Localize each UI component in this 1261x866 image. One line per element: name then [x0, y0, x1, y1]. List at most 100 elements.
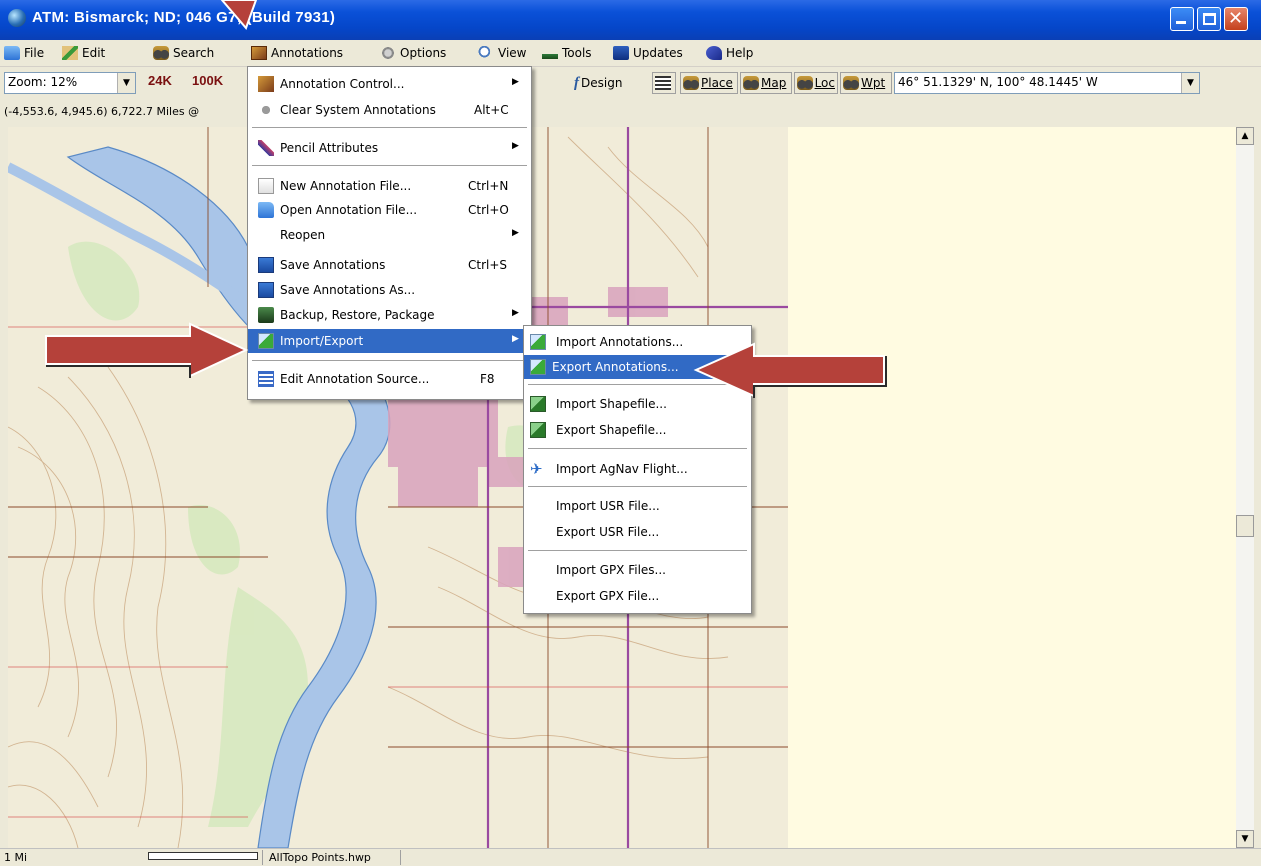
layout-button[interactable] [652, 72, 676, 94]
menu-item-label: Edit Annotation Source... [280, 372, 430, 386]
menu-search[interactable]: Search [153, 44, 214, 62]
binoculars-icon [797, 76, 813, 90]
save-icon [258, 257, 274, 273]
menu-help[interactable]: Help [706, 44, 753, 62]
open-folder-icon [258, 202, 274, 218]
menu-options[interactable]: Options [380, 44, 446, 62]
menu-separator [528, 448, 747, 449]
tutorial-arrow-left [693, 342, 887, 398]
menu-item-backup-restore-package[interactable]: Backup, Restore, Package ▶ [248, 303, 531, 327]
import-export-icon [258, 333, 274, 349]
menu-separator [252, 360, 527, 361]
app-globe-icon [8, 9, 26, 27]
menu-item-import-export[interactable]: Import/Export ▶ [248, 329, 531, 353]
scroll-thumb[interactable] [1236, 515, 1254, 537]
menu-item-export-gpx-file[interactable]: Export GPX File... [524, 584, 751, 608]
menu-item-annotation-control[interactable]: Annotation Control... ▶ [248, 72, 531, 96]
menu-bar: File Edit Search Annotations Options Vie… [0, 40, 1261, 67]
menu-item-label: Save Annotations As... [280, 283, 416, 297]
design-icon: f [574, 74, 579, 91]
menu-updates-label: Updates [633, 46, 683, 60]
menu-edit-label: Edit [82, 46, 106, 60]
edit-source-icon [258, 371, 274, 387]
zoom-value: Zoom: 12% [8, 75, 78, 89]
file-label: AllTopo Points.hwp [262, 850, 371, 865]
menu-item-export-shapefile[interactable]: Export Shapefile... [524, 418, 751, 442]
menu-item-new-annotation-file[interactable]: New Annotation File... Ctrl+N [248, 174, 531, 198]
menu-item-label: Import Shapefile... [556, 397, 667, 411]
scroll-down-button[interactable]: ▼ [1236, 830, 1254, 848]
updates-icon [613, 46, 629, 60]
menu-updates[interactable]: Updates [613, 44, 683, 62]
menu-item-pencil-attributes[interactable]: Pencil Attributes ▶ [248, 136, 531, 160]
menu-item-import-usr-file[interactable]: Import USR File... [524, 494, 751, 518]
menu-item-label: Import GPX Files... [556, 563, 666, 577]
vertical-scrollbar[interactable]: ▲ ▼ [1236, 127, 1254, 848]
coordinate-readout-text: (-4,553.6, 4,945.6) 6,722.7 Miles @ [4, 105, 200, 118]
menu-view-label: View [498, 46, 527, 60]
clear-icon [258, 102, 274, 118]
menu-item-save-annotations-as[interactable]: Save Annotations As... [248, 278, 531, 302]
close-icon: ✕ [1228, 8, 1244, 29]
new-file-icon [258, 178, 274, 194]
import-annotations-icon [530, 334, 546, 350]
shortcut-label: F8 [480, 372, 495, 386]
place-button[interactable]: Place [680, 72, 738, 94]
coordinate-value: 46° 51.1329' N, 100° 48.1445' W [898, 75, 1098, 89]
zoom-combo[interactable]: Zoom: 12% ▼ [4, 72, 136, 94]
scale-24k-button[interactable]: 24K [148, 73, 172, 93]
scale-bar [148, 852, 258, 860]
loc-label: Loc [814, 76, 835, 90]
design-button[interactable]: f Design [572, 72, 644, 94]
map-label: Map [761, 76, 787, 90]
maximize-icon [1203, 13, 1216, 25]
scale-100k-button[interactable]: 100K [192, 73, 223, 93]
minimize-icon [1176, 21, 1186, 24]
menu-item-label: Import AgNav Flight... [556, 462, 688, 476]
airplane-icon: ✈ [530, 460, 543, 478]
menu-tools[interactable]: Tools [542, 44, 592, 62]
shortcut-label: Ctrl+O [468, 203, 509, 217]
menu-annotations-label: Annotations [271, 46, 344, 60]
menu-item-export-usr-file[interactable]: Export USR File... [524, 520, 751, 544]
shortcut-label: Alt+C [474, 103, 509, 117]
menu-annotations[interactable]: Annotations [251, 44, 343, 62]
menu-item-clear-system-annotations[interactable]: Clear System Annotations Alt+C [248, 98, 531, 122]
wpt-button[interactable]: Wpt [840, 72, 892, 94]
menu-item-label: Annotation Control... [280, 77, 405, 91]
tutorial-arrow-right [45, 322, 249, 378]
map-button[interactable]: Map [740, 72, 792, 94]
binoculars-icon [743, 76, 759, 90]
pencil-icon [258, 140, 274, 156]
coordinate-combo[interactable]: 46° 51.1329' N, 100° 48.1445' W ▼ [894, 72, 1200, 94]
loc-button[interactable]: Loc [794, 72, 838, 94]
close-button[interactable]: ✕ [1224, 7, 1248, 31]
menu-item-label: Import Annotations... [556, 335, 684, 349]
export-shapefile-icon [530, 422, 546, 438]
menu-item-reopen[interactable]: Reopen ▶ [248, 223, 531, 247]
menu-item-open-annotation-file[interactable]: Open Annotation File... Ctrl+O [248, 198, 531, 222]
chevron-down-icon[interactable]: ▼ [1181, 73, 1199, 93]
menu-item-save-annotations[interactable]: Save Annotations Ctrl+S [248, 253, 531, 277]
submenu-arrow-icon: ▶ [512, 334, 519, 344]
minimize-button[interactable] [1170, 7, 1194, 31]
menu-item-edit-annotation-source[interactable]: Edit Annotation Source... F8 [248, 367, 531, 391]
title-bar[interactable]: ATM: Bismarck; ND; 046 G7; (Build 7931) … [0, 0, 1261, 40]
menu-item-label: Pencil Attributes [280, 141, 379, 155]
place-label: Place [701, 76, 733, 90]
menu-edit[interactable]: Edit [62, 44, 105, 62]
chevron-down-icon[interactable]: ▼ [117, 73, 135, 93]
menu-tools-label: Tools [562, 46, 592, 60]
binoculars-icon [843, 76, 859, 90]
menu-file[interactable]: File [4, 44, 44, 62]
menu-item-import-agnav-flight[interactable]: ✈ Import AgNav Flight... [524, 457, 751, 481]
maximize-button[interactable] [1197, 7, 1221, 31]
menu-item-import-gpx-files[interactable]: Import GPX Files... [524, 558, 751, 582]
tutorial-arrow-down [220, 0, 258, 30]
scroll-up-button[interactable]: ▲ [1236, 127, 1254, 145]
menu-view[interactable]: View [478, 44, 526, 62]
backup-icon [258, 307, 274, 323]
menu-item-label: Export Shapefile... [556, 423, 667, 437]
menu-search-label: Search [173, 46, 215, 60]
arrow-shape [693, 342, 885, 398]
